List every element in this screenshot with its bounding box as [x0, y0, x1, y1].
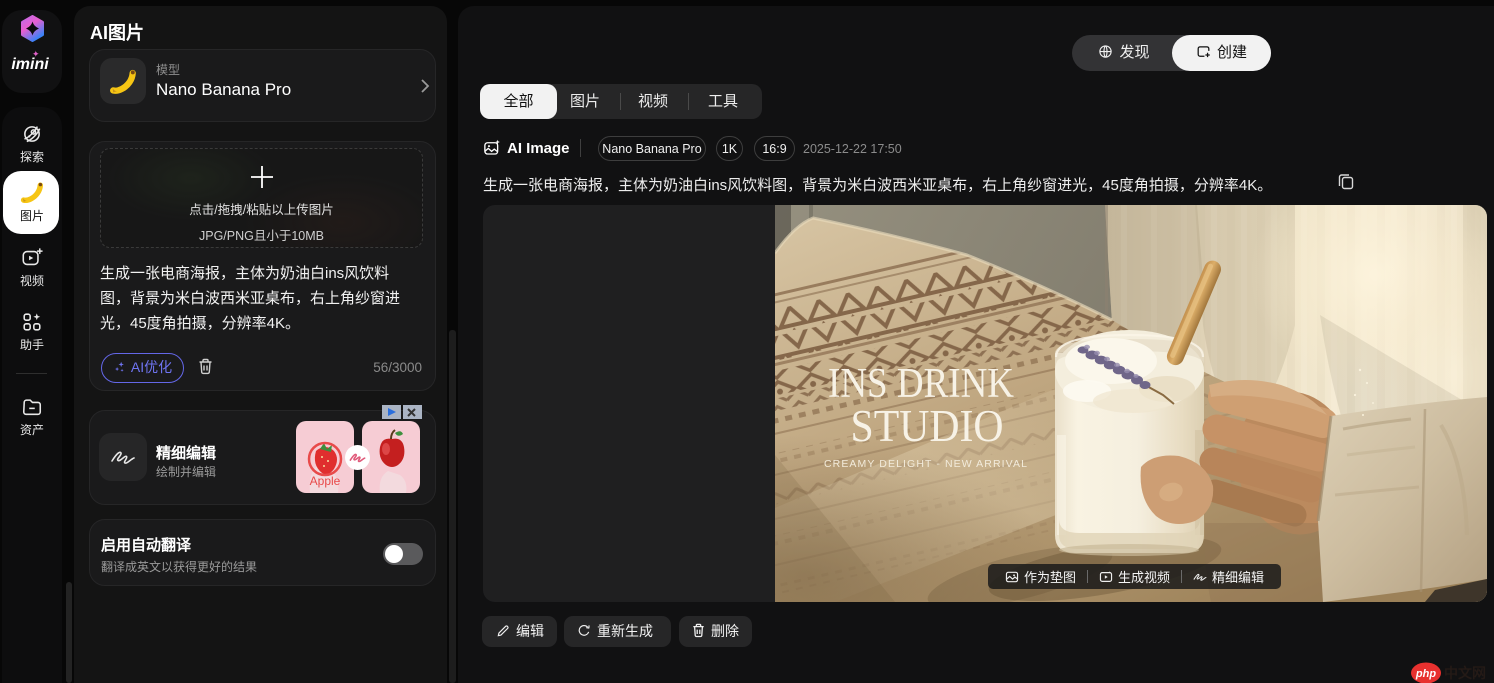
svg-text:Apple: Apple	[310, 474, 341, 488]
svg-text:CREAMY DELIGHT - NEW ARRIVAL: CREAMY DELIGHT - NEW ARRIVAL	[824, 458, 1028, 470]
svg-text:STUDIO: STUDIO	[851, 400, 1004, 451]
svg-text:php: php	[1415, 668, 1436, 680]
svg-text:中文网: 中文网	[1444, 665, 1486, 681]
